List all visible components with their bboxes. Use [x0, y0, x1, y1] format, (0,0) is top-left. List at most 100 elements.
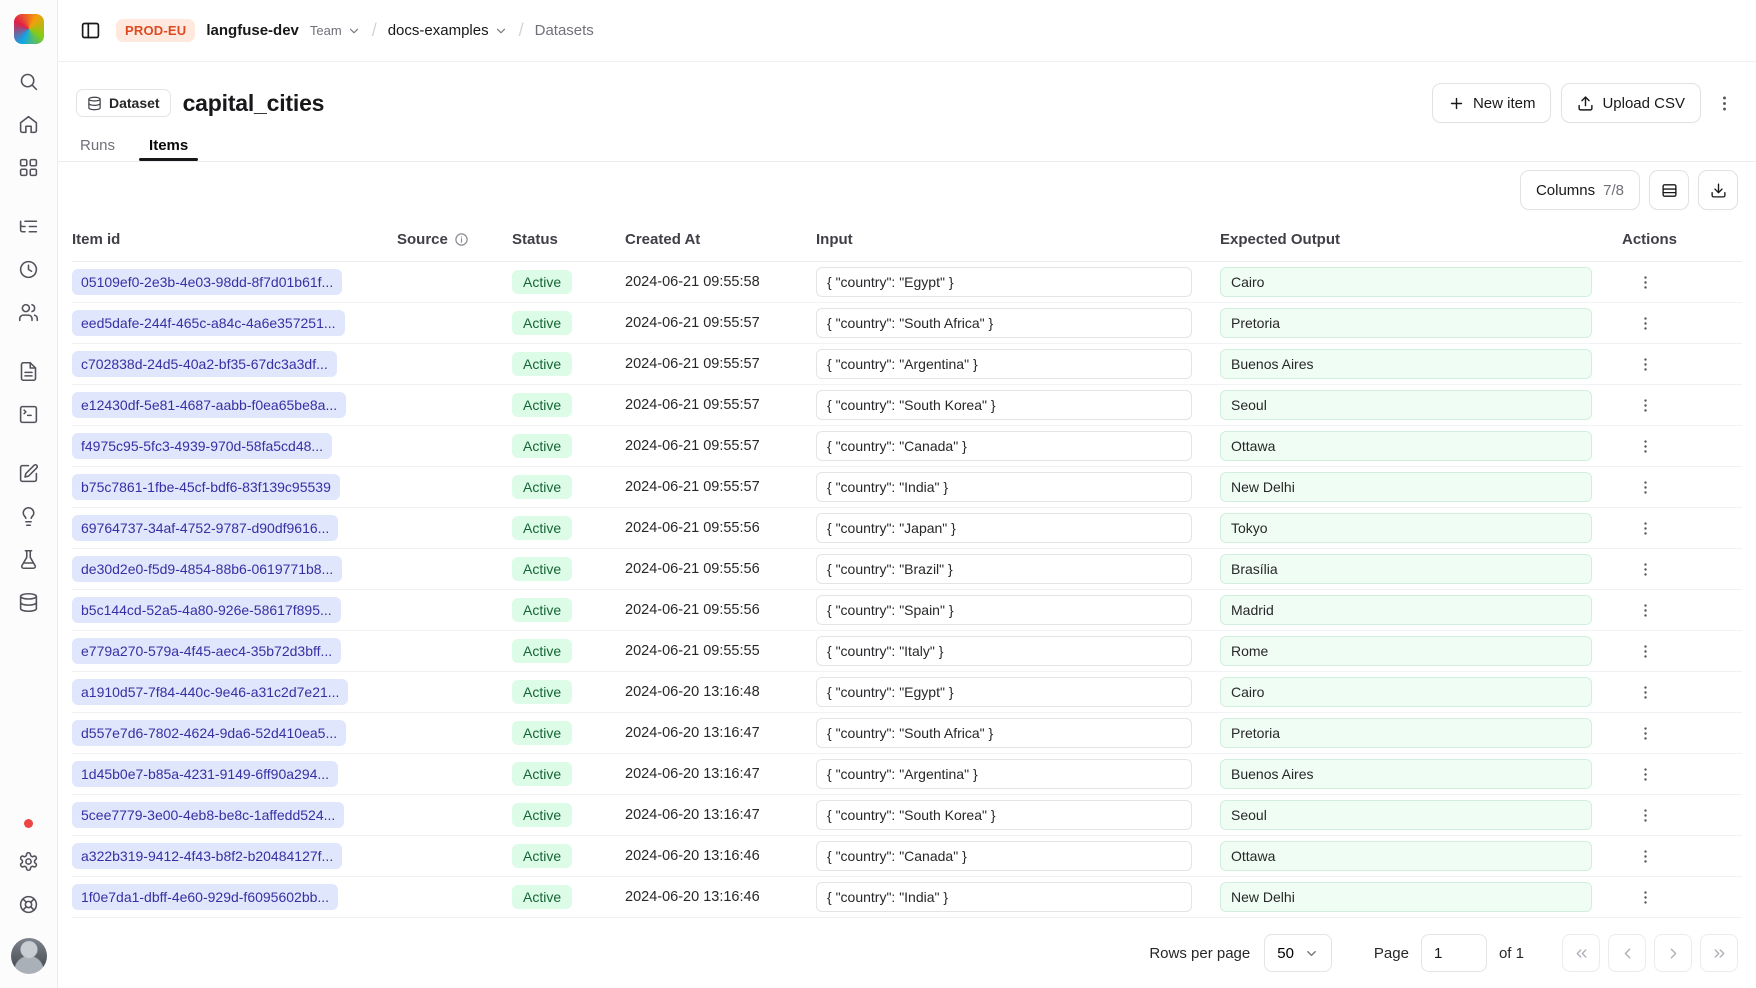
- item-id-link[interactable]: 05109ef0-2e3b-4e03-98dd-8f7d01b61f...: [72, 269, 342, 295]
- item-id-link[interactable]: f4975c95-5fc3-4939-970d-58fa5cd48...: [72, 433, 332, 459]
- sidebar-item-sessions[interactable]: [10, 252, 48, 286]
- row-actions-button[interactable]: [1630, 431, 1660, 461]
- page-number-input[interactable]: [1421, 934, 1487, 972]
- row-actions-button[interactable]: [1630, 841, 1660, 871]
- tab-items[interactable]: Items: [147, 128, 190, 161]
- item-id-link[interactable]: e12430df-5e81-4687-aabb-f0ea65be8a...: [72, 392, 346, 418]
- user-avatar[interactable]: [11, 938, 47, 974]
- row-actions-button[interactable]: [1630, 759, 1660, 789]
- row-actions-button[interactable]: [1630, 800, 1660, 830]
- input-cell[interactable]: { "country": "Spain" }: [816, 595, 1192, 625]
- input-cell[interactable]: { "country": "Egypt" }: [816, 267, 1192, 297]
- sidebar-item-tracing[interactable]: [10, 209, 48, 243]
- input-cell[interactable]: { "country": "Canada" }: [816, 431, 1192, 461]
- info-icon[interactable]: [454, 232, 469, 247]
- row-actions-button[interactable]: [1630, 390, 1660, 420]
- column-header-source[interactable]: Source: [397, 231, 512, 248]
- breadcrumb-org-name[interactable]: langfuse-dev: [206, 22, 299, 39]
- input-cell[interactable]: { "country": "India" }: [816, 882, 1192, 912]
- input-cell[interactable]: { "country": "South Korea" }: [816, 390, 1192, 420]
- sidebar-item-support[interactable]: [10, 887, 48, 921]
- column-header-input[interactable]: Input: [816, 231, 1220, 248]
- previous-page-button[interactable]: [1608, 934, 1646, 972]
- item-id-link[interactable]: a322b319-9412-4f43-b8f2-b20484127f...: [72, 843, 342, 869]
- item-id-link[interactable]: e779a270-579a-4f45-aec4-35b72d3bff...: [72, 638, 341, 664]
- input-cell[interactable]: { "country": "Italy" }: [816, 636, 1192, 666]
- expected-output-cell[interactable]: Cairo: [1220, 677, 1592, 707]
- input-cell[interactable]: { "country": "South Korea" }: [816, 800, 1192, 830]
- langfuse-logo[interactable]: [14, 14, 44, 44]
- item-id-link[interactable]: 69764737-34af-4752-9787-d90df9616...: [72, 515, 338, 541]
- tab-runs[interactable]: Runs: [78, 128, 117, 161]
- sidebar-item-search[interactable]: [10, 64, 48, 98]
- item-id-link[interactable]: 1d45b0e7-b85a-4231-9149-6ff90a294...: [72, 761, 338, 787]
- column-header-status[interactable]: Status: [512, 231, 625, 248]
- input-cell[interactable]: { "country": "Egypt" }: [816, 677, 1192, 707]
- sidebar-item-prompts[interactable]: [10, 354, 48, 388]
- page-more-actions-button[interactable]: [1711, 90, 1738, 117]
- expected-output-cell[interactable]: Rome: [1220, 636, 1592, 666]
- item-id-link[interactable]: b5c144cd-52a5-4a80-926e-58617f895...: [72, 597, 341, 623]
- column-header-created-at[interactable]: Created At: [625, 231, 816, 248]
- expected-output-cell[interactable]: New Delhi: [1220, 472, 1592, 502]
- input-cell[interactable]: { "country": "Brazil" }: [816, 554, 1192, 584]
- row-actions-button[interactable]: [1630, 349, 1660, 379]
- rows-per-page-select[interactable]: 50: [1264, 934, 1332, 972]
- row-actions-button[interactable]: [1630, 677, 1660, 707]
- sidebar-item-settings[interactable]: [10, 844, 48, 878]
- row-actions-button[interactable]: [1630, 882, 1660, 912]
- row-actions-button[interactable]: [1630, 554, 1660, 584]
- project-switcher[interactable]: docs-examples: [388, 22, 508, 39]
- sidebar-toggle-button[interactable]: [76, 16, 105, 45]
- expected-output-cell[interactable]: Pretoria: [1220, 308, 1592, 338]
- first-page-button[interactable]: [1562, 934, 1600, 972]
- columns-button[interactable]: Columns 7/8: [1520, 170, 1640, 210]
- item-id-link[interactable]: eed5dafe-244f-465c-a84c-4a6e357251...: [72, 310, 345, 336]
- item-id-link[interactable]: d557e7d6-7802-4624-9da6-52d410ea5...: [72, 720, 346, 746]
- next-page-button[interactable]: [1654, 934, 1692, 972]
- expected-output-cell[interactable]: Brasília: [1220, 554, 1592, 584]
- item-id-link[interactable]: 1f0e7da1-dbff-4e60-929d-f6095602bb...: [72, 884, 338, 910]
- input-cell[interactable]: { "country": "Japan" }: [816, 513, 1192, 543]
- sidebar-item-evaluation[interactable]: [10, 499, 48, 533]
- row-actions-button[interactable]: [1630, 472, 1660, 502]
- item-id-link[interactable]: b75c7861-1fbe-45cf-bdf6-83f139c95539: [72, 474, 340, 500]
- sidebar-item-dashboards[interactable]: [10, 150, 48, 184]
- input-cell[interactable]: { "country": "South Africa" }: [816, 308, 1192, 338]
- column-header-item-id[interactable]: Item id: [72, 231, 397, 248]
- row-actions-button[interactable]: [1630, 718, 1660, 748]
- sidebar-item-users[interactable]: [10, 295, 48, 329]
- item-id-link[interactable]: de30d2e0-f5d9-4854-88b6-0619771b8...: [72, 556, 342, 582]
- expected-output-cell[interactable]: Cairo: [1220, 267, 1592, 297]
- row-height-button[interactable]: [1649, 170, 1689, 210]
- sidebar-item-experiments[interactable]: [10, 542, 48, 576]
- sidebar-item-playground[interactable]: [10, 397, 48, 431]
- input-cell[interactable]: { "country": "Argentina" }: [816, 759, 1192, 789]
- item-id-link[interactable]: a1910d57-7f84-440c-9e46-a31c2d7e21...: [72, 679, 348, 705]
- input-cell[interactable]: { "country": "South Africa" }: [816, 718, 1192, 748]
- row-actions-button[interactable]: [1630, 595, 1660, 625]
- expected-output-cell[interactable]: New Delhi: [1220, 882, 1592, 912]
- row-actions-button[interactable]: [1630, 513, 1660, 543]
- row-actions-button[interactable]: [1630, 636, 1660, 666]
- column-header-expected-output[interactable]: Expected Output: [1220, 231, 1620, 248]
- expected-output-cell[interactable]: Pretoria: [1220, 718, 1592, 748]
- breadcrumb-section[interactable]: Datasets: [535, 22, 594, 39]
- item-id-link[interactable]: c702838d-24d5-40a2-bf35-67dc3a3df...: [72, 351, 337, 377]
- expected-output-cell[interactable]: Tokyo: [1220, 513, 1592, 543]
- expected-output-cell[interactable]: Ottawa: [1220, 841, 1592, 871]
- export-button[interactable]: [1698, 170, 1738, 210]
- expected-output-cell[interactable]: Madrid: [1220, 595, 1592, 625]
- expected-output-cell[interactable]: Buenos Aires: [1220, 349, 1592, 379]
- input-cell[interactable]: { "country": "Argentina" }: [816, 349, 1192, 379]
- expected-output-cell[interactable]: Ottawa: [1220, 431, 1592, 461]
- org-switcher[interactable]: Team: [310, 23, 361, 38]
- expected-output-cell[interactable]: Buenos Aires: [1220, 759, 1592, 789]
- row-actions-button[interactable]: [1630, 308, 1660, 338]
- sidebar-item-annotation[interactable]: [10, 456, 48, 490]
- input-cell[interactable]: { "country": "India" }: [816, 472, 1192, 502]
- expected-output-cell[interactable]: Seoul: [1220, 390, 1592, 420]
- sidebar-item-datasets[interactable]: [10, 585, 48, 619]
- input-cell[interactable]: { "country": "Canada" }: [816, 841, 1192, 871]
- item-id-link[interactable]: 5cee7779-3e00-4eb8-be8c-1affedd524...: [72, 802, 344, 828]
